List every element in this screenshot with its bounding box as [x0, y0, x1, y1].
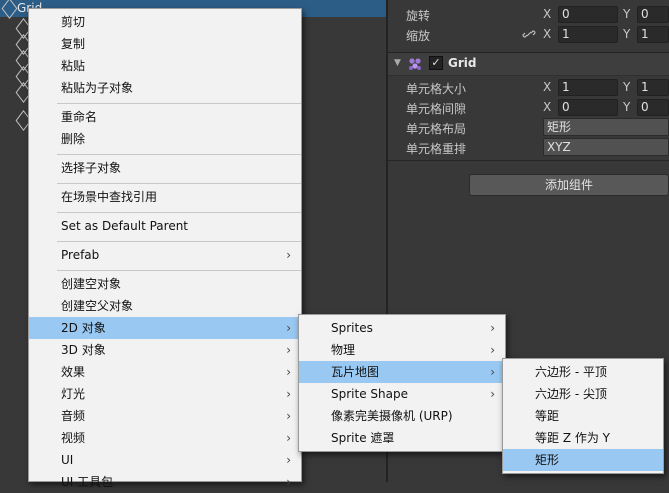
- menu-separator: [57, 270, 301, 271]
- scale-y-axis-label: Y: [623, 27, 631, 41]
- menu-item-prefab[interactable]: Prefab ›: [29, 244, 301, 266]
- cell-size-y-field[interactable]: 1: [637, 79, 669, 96]
- menu-item-2d-object[interactable]: 2D 对象 ›: [29, 317, 301, 339]
- submenu-arrow-icon: ›: [286, 343, 291, 357]
- cell-layout-dropdown[interactable]: 矩形: [543, 118, 669, 136]
- menu-item-hexagon-pointed-top[interactable]: 六边形 - 尖顶: [503, 383, 663, 405]
- cell-layout-label: 单元格布局: [406, 122, 467, 136]
- menu-separator: [57, 154, 301, 155]
- scale-x-field[interactable]: 1: [558, 26, 618, 43]
- submenu-arrow-icon: ›: [286, 365, 291, 379]
- submenu-arrow-icon: ›: [490, 343, 495, 357]
- menu-item-set-default-parent[interactable]: Set as Default Parent: [29, 215, 301, 237]
- rotation-label: 旋转: [406, 9, 431, 23]
- menu-separator: [57, 103, 301, 104]
- cell-gap-x-field[interactable]: 0: [558, 99, 618, 116]
- menu-item-ui-toolkit[interactable]: UI 工具包 ›: [29, 471, 301, 493]
- grid-component-title: Grid: [448, 56, 477, 70]
- cell-gap-y-field[interactable]: 0: [637, 99, 669, 116]
- inspector-divider: [388, 160, 669, 161]
- menu-item-effects[interactable]: 效果 ›: [29, 361, 301, 383]
- submenu-arrow-icon: ›: [286, 453, 291, 467]
- cell-gap-x-axis-label: X: [543, 100, 552, 114]
- menu-item-video[interactable]: 视频 ›: [29, 427, 301, 449]
- menu-item-copy[interactable]: 复制: [29, 33, 301, 55]
- submenu-arrow-icon: ›: [490, 387, 495, 401]
- menu-separator: [57, 241, 301, 242]
- cell-gap-y-axis-label: Y: [623, 100, 631, 114]
- gameobject-icon: [1, 0, 18, 19]
- menu-item-sprites[interactable]: Sprites ›: [299, 317, 505, 339]
- menu-item-physics[interactable]: 物理 ›: [299, 339, 505, 361]
- scale-y-field[interactable]: 1: [637, 26, 669, 43]
- scale-x-axis-label: X: [543, 27, 552, 41]
- menu-item-create-empty[interactable]: 创建空对象: [29, 273, 301, 295]
- cell-swizzle-label: 单元格重排: [406, 142, 467, 156]
- menu-item-sprite-mask[interactable]: Sprite 遮罩: [299, 427, 505, 449]
- menu-item-sprite-shape[interactable]: Sprite Shape ›: [299, 383, 505, 405]
- menu-item-paste-as-child[interactable]: 粘贴为子对象: [29, 77, 301, 99]
- menu-item-paste[interactable]: 粘贴: [29, 55, 301, 77]
- menu-item-hexagon-flat-top[interactable]: 六边形 - 平顶: [503, 361, 663, 383]
- add-component-button[interactable]: 添加组件: [469, 174, 669, 196]
- constrain-proportions-link-icon[interactable]: [522, 27, 536, 41]
- submenu-arrow-icon: ›: [490, 365, 495, 379]
- submenu-arrow-icon: ›: [286, 431, 291, 445]
- component-enabled-checkbox[interactable]: ✓: [429, 56, 443, 70]
- submenu-arrow-icon: ›: [286, 248, 291, 262]
- submenu-arrow-icon: ›: [286, 409, 291, 423]
- grid-component-header[interactable]: ▼ ✓ Grid: [388, 52, 669, 76]
- menu-item-3d-object[interactable]: 3D 对象 ›: [29, 339, 301, 361]
- menu-item-isometric[interactable]: 等距: [503, 405, 663, 427]
- cell-size-x-axis-label: X: [543, 80, 552, 94]
- menu-item-audio[interactable]: 音频 ›: [29, 405, 301, 427]
- menu-separator: [57, 212, 301, 213]
- menu-item-pixel-perfect-camera[interactable]: 像素完美摄像机 (URP): [299, 405, 505, 427]
- submenu-arrow-icon: ›: [490, 321, 495, 335]
- submenu-arrow-icon: ›: [286, 387, 291, 401]
- menu-item-light[interactable]: 灯光 ›: [29, 383, 301, 405]
- rotation-x-field[interactable]: 0: [558, 6, 618, 23]
- menu-item-select-children[interactable]: 选择子对象: [29, 157, 301, 179]
- cell-gap-label: 单元格间隙: [406, 102, 467, 116]
- menu-item-isometric-z-as-y[interactable]: 等距 Z 作为 Y: [503, 427, 663, 449]
- submenu-tilemap: 六边形 - 平顶 六边形 - 尖顶 等距 等距 Z 作为 Y 矩形: [502, 358, 664, 474]
- rotation-x-axis-label: X: [543, 7, 552, 21]
- menu-separator: [57, 183, 301, 184]
- cell-size-y-axis-label: Y: [623, 80, 631, 94]
- rotation-y-axis-label: Y: [623, 7, 631, 21]
- cell-swizzle-dropdown[interactable]: XYZ: [543, 138, 669, 156]
- submenu-2d-object: Sprites › 物理 › 瓦片地图 › Sprite Shape › 像素完美摄像机…: [298, 314, 506, 452]
- rotation-y-field[interactable]: 0: [637, 6, 669, 23]
- foldout-triangle-icon[interactable]: ▼: [394, 58, 401, 68]
- menu-item-tilemap[interactable]: 瓦片地图 ›: [299, 361, 505, 383]
- scale-label: 缩放: [406, 29, 431, 43]
- menu-item-create-empty-parent[interactable]: 创建空父对象: [29, 295, 301, 317]
- menu-item-rectangular[interactable]: 矩形: [503, 449, 663, 471]
- grid-component-icon: [408, 57, 422, 71]
- hierarchy-context-menu: 剪切 复制 粘贴 粘贴为子对象 重命名 删除 选择子对象 在场景中查找引用 Se…: [28, 8, 302, 489]
- menu-item-ui[interactable]: UI ›: [29, 449, 301, 471]
- menu-item-cut[interactable]: 剪切: [29, 11, 301, 33]
- submenu-arrow-icon: ›: [286, 321, 291, 335]
- cell-size-label: 单元格大小: [406, 82, 467, 96]
- submenu-arrow-icon: ›: [286, 475, 291, 489]
- menu-item-find-references[interactable]: 在场景中查找引用: [29, 186, 301, 208]
- menu-item-rename[interactable]: 重命名: [29, 106, 301, 128]
- cell-size-x-field[interactable]: 1: [558, 79, 618, 96]
- menu-item-delete[interactable]: 删除: [29, 128, 301, 150]
